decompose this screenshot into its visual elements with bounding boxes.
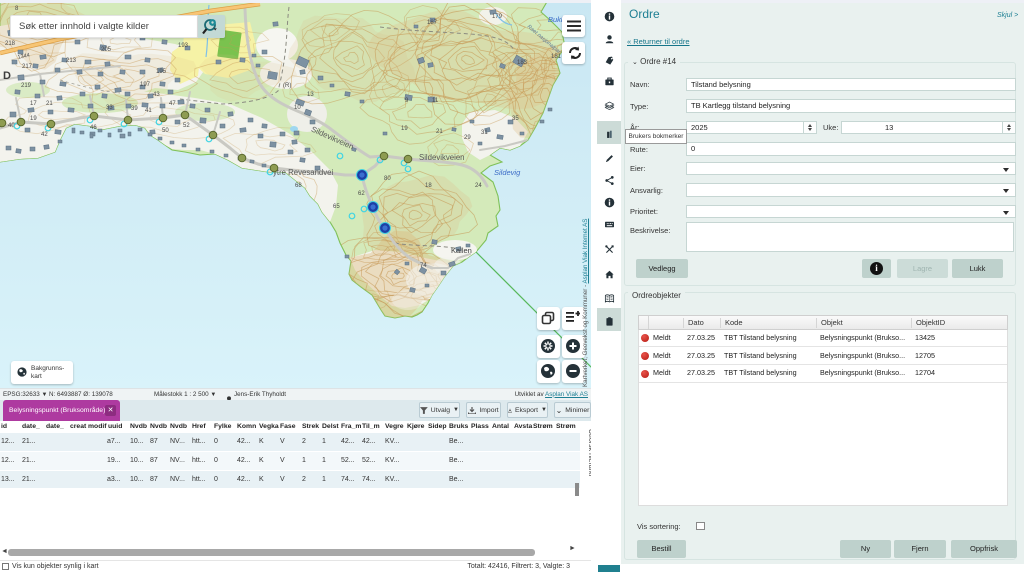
svg-text:43: 43 bbox=[153, 92, 160, 98]
svg-text:19: 19 bbox=[30, 116, 37, 122]
svg-text:35: 35 bbox=[512, 116, 519, 122]
svg-text:ytre Revesandvei: ytre Revesandvei bbox=[273, 168, 334, 177]
svg-text:18: 18 bbox=[425, 183, 432, 189]
svg-text:19: 19 bbox=[401, 126, 408, 132]
svg-text:218: 218 bbox=[5, 41, 16, 47]
svg-text:Sildevig: Sildevig bbox=[494, 168, 521, 177]
svg-text:52: 52 bbox=[183, 123, 190, 129]
svg-text:183: 183 bbox=[517, 60, 528, 66]
svg-text:21: 21 bbox=[436, 129, 443, 135]
svg-text:Sildevikveien: Sildevikveien bbox=[419, 153, 465, 162]
svg-text:179: 179 bbox=[492, 14, 503, 20]
svg-text:31: 31 bbox=[481, 130, 488, 136]
svg-text:D: D bbox=[3, 70, 11, 82]
svg-text:33: 33 bbox=[106, 105, 113, 111]
svg-text:Kallen: Kallen bbox=[451, 246, 472, 255]
svg-text:24: 24 bbox=[475, 183, 482, 189]
svg-text:42: 42 bbox=[41, 132, 48, 138]
svg-text:187: 187 bbox=[427, 20, 438, 26]
svg-text:205: 205 bbox=[101, 47, 112, 53]
svg-text:50: 50 bbox=[162, 128, 169, 134]
svg-text:47: 47 bbox=[169, 101, 176, 107]
svg-text:39: 39 bbox=[131, 106, 138, 112]
svg-text:197: 197 bbox=[140, 82, 151, 88]
svg-text:217: 217 bbox=[22, 64, 33, 70]
svg-text:29: 29 bbox=[464, 135, 471, 141]
svg-text:68: 68 bbox=[295, 183, 302, 189]
svg-text:(R): (R) bbox=[283, 83, 291, 89]
svg-text:65: 65 bbox=[333, 204, 340, 210]
svg-text:213: 213 bbox=[66, 58, 77, 64]
svg-text:10: 10 bbox=[294, 105, 301, 111]
svg-text:80: 80 bbox=[384, 176, 391, 182]
svg-text:46: 46 bbox=[90, 125, 97, 131]
svg-text:13: 13 bbox=[307, 92, 314, 98]
svg-text:219: 219 bbox=[21, 83, 32, 89]
svg-text:181: 181 bbox=[551, 54, 562, 60]
svg-text:11: 11 bbox=[432, 98, 439, 104]
svg-text:17: 17 bbox=[30, 101, 37, 107]
svg-text:21: 21 bbox=[46, 101, 53, 107]
svg-text:41: 41 bbox=[145, 108, 152, 114]
svg-text:193: 193 bbox=[178, 43, 189, 49]
svg-text:74: 74 bbox=[420, 263, 427, 269]
svg-text:62: 62 bbox=[358, 191, 365, 197]
svg-text:195: 195 bbox=[156, 69, 167, 75]
